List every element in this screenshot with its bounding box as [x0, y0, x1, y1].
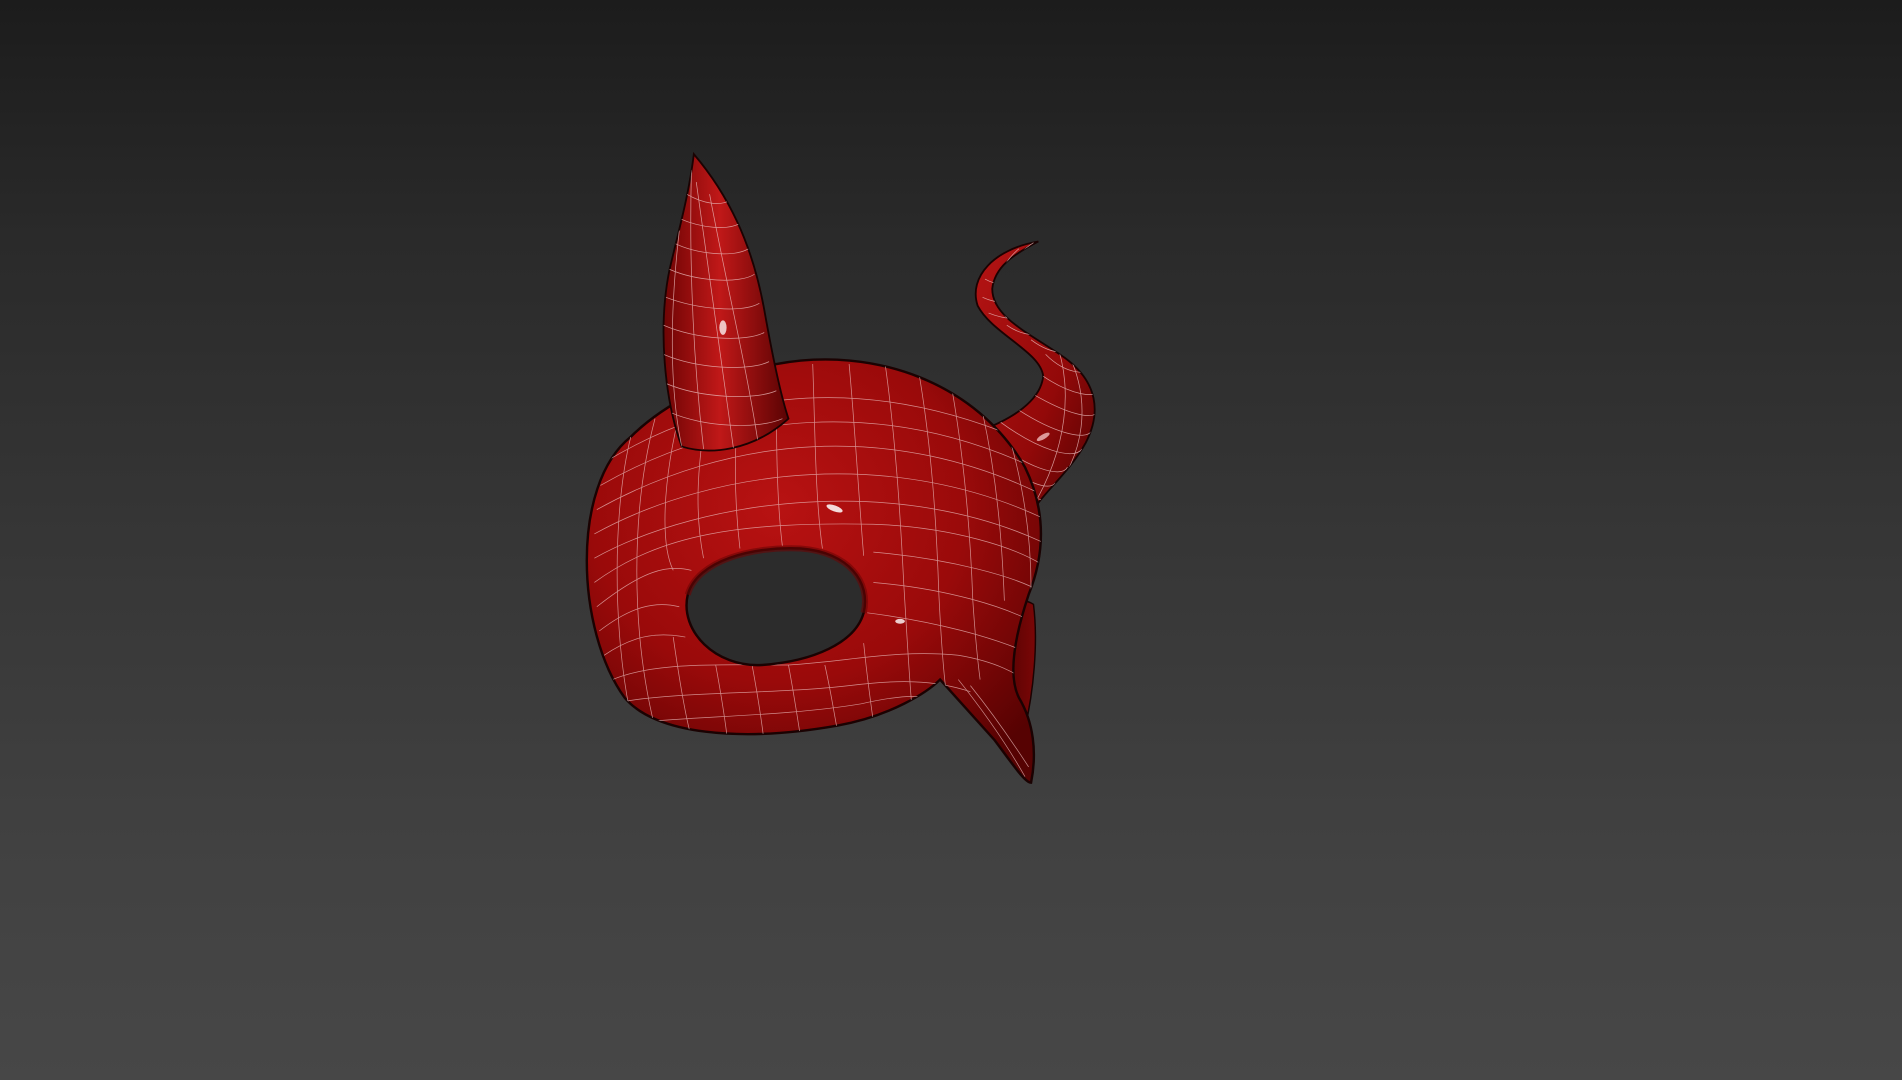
3d-viewport[interactable]	[0, 0, 1902, 1080]
left-horn[interactable]	[662, 151, 790, 452]
viewport-scene[interactable]	[0, 0, 1902, 1080]
mask-body[interactable]	[585, 358, 1051, 784]
